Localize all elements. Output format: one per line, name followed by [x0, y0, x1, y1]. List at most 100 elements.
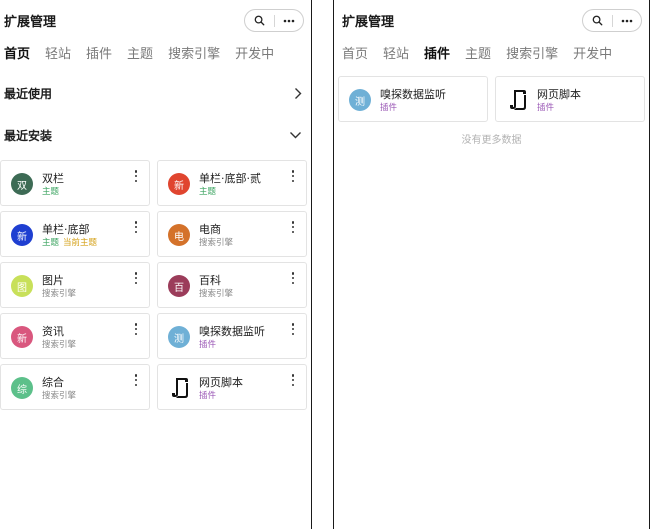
tab-themes[interactable]: 主题 [127, 44, 153, 66]
recent-installed-row[interactable]: 最近安装 [4, 124, 302, 146]
card-name: 电商 [199, 223, 221, 236]
type-tag: 主题 [199, 187, 217, 197]
card-tag: 搜索引擎 [42, 287, 76, 299]
avatar: 双 [11, 173, 33, 195]
extension-card[interactable]: 电 电商 搜索引擎 [157, 211, 307, 257]
extension-card[interactable]: 网页脚本 插件 [157, 364, 307, 410]
avatar: 综 [11, 377, 33, 399]
extension-card[interactable]: 测 嗅探数据监听 插件 [157, 313, 307, 359]
card-menu-button[interactable] [133, 374, 139, 386]
search-button[interactable] [583, 10, 612, 31]
extension-card[interactable]: 百 百科 搜索引擎 [157, 262, 307, 308]
avatar: 测 [168, 326, 190, 348]
extension-card[interactable]: 测 嗅探数据监听 插件 [338, 76, 488, 122]
script-scroll-icon [510, 90, 526, 110]
tab-home[interactable]: 首页 [342, 44, 368, 66]
card-menu-button[interactable] [290, 374, 296, 386]
card-name: 资讯 [42, 325, 64, 338]
recent-used-row[interactable]: 最近使用 [4, 82, 302, 104]
card-tag: 插件 [199, 338, 216, 350]
avatar: 新 [11, 224, 33, 246]
tab-search-engines[interactable]: 搜索引擎 [168, 44, 220, 66]
card-tag: 主题 当前主题 [42, 236, 97, 248]
chevron-right-icon [295, 87, 302, 99]
tab-light-site[interactable]: 轻站 [383, 44, 409, 66]
tab-home[interactable]: 首页 [4, 44, 30, 66]
card-menu-button[interactable] [290, 272, 296, 284]
tab-bar: 首页 轻站 插件 主题 搜索引擎 开发中 [4, 44, 310, 66]
more-horizontal-icon [283, 19, 295, 22]
no-more-data-text: 没有更多数据 [461, 135, 522, 146]
more-horizontal-icon [621, 19, 633, 22]
search-button[interactable] [245, 10, 274, 31]
card-menu-button[interactable] [290, 221, 296, 233]
screen-divider [311, 0, 312, 529]
card-name: 网页脚本 [537, 88, 581, 101]
type-tag: 主题 [42, 238, 60, 248]
more-button[interactable] [275, 10, 304, 31]
avatar: 百 [168, 275, 190, 297]
avatar: 新 [168, 173, 190, 195]
type-tag: 插件 [537, 103, 555, 113]
capsule-menu [582, 9, 642, 32]
card-tag: 插件 [537, 101, 554, 113]
capsule-menu [244, 9, 304, 32]
search-icon [592, 15, 603, 26]
extension-card[interactable]: 新 单栏·底部 主题 当前主题 [0, 211, 150, 257]
card-name: 百科 [199, 274, 221, 287]
card-tag: 搜索引擎 [199, 287, 233, 299]
tab-in-development[interactable]: 开发中 [573, 44, 612, 66]
extension-card[interactable]: 综 综合 搜索引擎 [0, 364, 150, 410]
card-name: 嗅探数据监听 [380, 88, 446, 101]
tab-plugins[interactable]: 插件 [86, 44, 112, 66]
right-screen: 扩展管理 首页 轻站 插件 主题 搜索引擎 开发中 测 嗅探数据监听 插件 网页… [334, 0, 649, 529]
page-title: 扩展管理 [4, 15, 57, 30]
card-name: 单栏·底部 [42, 223, 90, 236]
card-tag: 插件 [380, 101, 397, 113]
tab-in-development[interactable]: 开发中 [235, 44, 274, 66]
avatar: 新 [11, 326, 33, 348]
card-name: 单栏·底部·贰 [199, 172, 261, 185]
recent-used-label: 最近使用 [4, 86, 53, 101]
card-menu-button[interactable] [290, 323, 296, 335]
card-menu-button[interactable] [133, 272, 139, 284]
tab-light-site[interactable]: 轻站 [45, 44, 71, 66]
extension-card[interactable]: 双 双栏 主题 [0, 160, 150, 206]
card-menu-button[interactable] [133, 323, 139, 335]
avatar: 测 [349, 89, 371, 111]
chevron-down-icon [290, 132, 301, 139]
type-tag: 搜索引擎 [42, 340, 77, 350]
header: 扩展管理 [334, 0, 649, 40]
header: 扩展管理 [0, 0, 310, 40]
card-name: 网页脚本 [199, 376, 243, 389]
more-button[interactable] [613, 10, 642, 31]
extension-card[interactable]: 新 单栏·底部·贰 主题 [157, 160, 307, 206]
card-tag: 搜索引擎 [42, 338, 76, 350]
card-name: 综合 [42, 376, 64, 389]
type-tag: 搜索引擎 [199, 238, 234, 248]
card-menu-button[interactable] [133, 170, 139, 182]
type-tag: 主题 [42, 187, 60, 197]
screen-divider [649, 0, 650, 529]
tab-plugins[interactable]: 插件 [424, 44, 450, 66]
type-tag: 搜索引擎 [199, 289, 234, 299]
page-title: 扩展管理 [342, 15, 395, 30]
app-stage: 扩展管理 首页 轻站 插件 主题 搜索引擎 开发中 最近使用 最近安装 双 双栏… [0, 0, 652, 529]
search-icon [254, 15, 265, 26]
card-name: 图片 [42, 274, 64, 287]
recent-installed-label: 最近安装 [4, 128, 53, 143]
extension-card[interactable]: 新 资讯 搜索引擎 [0, 313, 150, 359]
extension-card[interactable]: 网页脚本 插件 [495, 76, 645, 122]
tab-themes[interactable]: 主题 [465, 44, 491, 66]
type-tag: 插件 [380, 103, 398, 113]
card-menu-button[interactable] [290, 170, 296, 182]
extension-card[interactable]: 图 图片 搜索引擎 [0, 262, 150, 308]
type-tag: 插件 [199, 391, 217, 401]
card-menu-button[interactable] [133, 221, 139, 233]
type-tag: 插件 [199, 340, 217, 350]
type-tag: 搜索引擎 [42, 391, 77, 401]
card-tag: 插件 [199, 389, 216, 401]
card-tag: 主题 [199, 185, 216, 197]
tab-search-engines[interactable]: 搜索引擎 [506, 44, 558, 66]
current-theme-badge: 当前主题 [63, 238, 98, 248]
